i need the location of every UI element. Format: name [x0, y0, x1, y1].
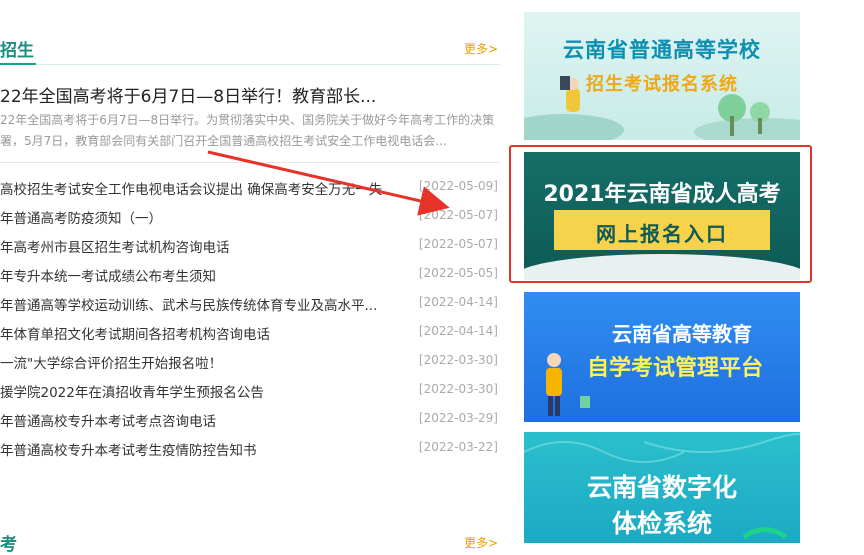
- news-date: [2022-05-09]: [418, 179, 498, 193]
- news-date: [2022-05-05]: [418, 266, 498, 280]
- list-item[interactable]: 年体育单招文化考试期间各招考机构咨询电话 [2022-04-14]: [0, 321, 500, 350]
- news-date: [2022-03-22]: [418, 440, 498, 454]
- news-title[interactable]: 年普通高考防疫须知（一）: [0, 207, 392, 227]
- news-title[interactable]: 年专升本统一考试成绩公布考生须知: [0, 265, 392, 285]
- section-header: 招生 更多>: [0, 30, 500, 65]
- list-item[interactable]: 年专升本统一考试成绩公布考生须知 [2022-05-05]: [0, 263, 500, 292]
- highlight-box: [509, 145, 812, 283]
- news-date: [2022-04-14]: [418, 324, 498, 338]
- news-date: [2022-04-14]: [418, 295, 498, 309]
- list-item[interactable]: 高校招生考试安全工作电视电话会议提出 确保高考安全万无一失 [2022-05-09…: [0, 176, 500, 205]
- news-title[interactable]: 年高考州市县区招生考试机构咨询电话: [0, 236, 392, 256]
- news-date: [2022-03-30]: [418, 353, 498, 367]
- banner-title: 云南省普通高等学校: [563, 38, 761, 62]
- banner-subtitle: 自学考试管理平台: [586, 356, 763, 381]
- banner-subtitle: 招生考试报名系统: [586, 74, 738, 95]
- news-title[interactable]: 一流"大学综合评价招生开始报名啦！: [0, 352, 392, 372]
- banner-title: 云南省数字化: [586, 473, 737, 502]
- list-item[interactable]: 年普通高考防疫须知（一） [2022-05-07]: [0, 205, 500, 234]
- list-item[interactable]: 援学院2022年在滇招收青年学生预报名公告 [2022-03-30]: [0, 379, 500, 408]
- banner-digital-medical-exam[interactable]: 云南省数字化 体检系统: [524, 432, 800, 543]
- news-date: [2022-03-29]: [418, 411, 498, 425]
- news-title[interactable]: 年普通高校专升本考试考点咨询电话: [0, 410, 392, 430]
- banner-admission-registration[interactable]: 云南省普通高等学校 招生考试报名系统: [524, 12, 800, 140]
- news-column: 招生 更多> 22年全国高考将于6月7日—8日举行！教育部长... 22年全国高…: [0, 0, 500, 555]
- list-item[interactable]: 年普通高等学校运动训练、武术与民族传统体育专业及高水平... [2022-04-1…: [0, 292, 500, 321]
- news-title[interactable]: 年体育单招文化考试期间各招考机构咨询电话: [0, 323, 392, 343]
- divider: [0, 162, 500, 163]
- banner-subtitle: 体检系统: [611, 509, 712, 538]
- more-link[interactable]: 更多>: [464, 40, 498, 57]
- news-date: [2022-05-07]: [418, 237, 498, 251]
- headline-summary: 22年全国高考将于6月7日—8日举行。为贯彻落实中央、国务院关于做好今年高考工作…: [0, 113, 495, 148]
- banner-self-study-platform[interactable]: 云南省高等教育 自学考试管理平台: [524, 292, 800, 422]
- news-title[interactable]: 援学院2022年在滇招收青年学生预报名公告: [0, 381, 392, 401]
- banner-title: 云南省高等教育: [612, 322, 752, 346]
- news-date: [2022-05-07]: [418, 208, 498, 222]
- list-item[interactable]: 一流"大学综合评价招生开始报名啦！ [2022-03-30]: [0, 350, 500, 379]
- news-title[interactable]: 年普通高校专升本考试考生疫情防控告知书: [0, 439, 392, 459]
- section-title-underline: [0, 63, 36, 65]
- news-title[interactable]: 高校招生考试安全工作电视电话会议提出 确保高考安全万无一失: [0, 178, 392, 198]
- headline-title[interactable]: 22年全国高考将于6月7日—8日举行！教育部长...: [0, 82, 376, 107]
- list-item[interactable]: 年普通高校专升本考试考生疫情防控告知书 [2022-03-22]: [0, 437, 500, 466]
- news-list: 高校招生考试安全工作电视电话会议提出 确保高考安全万无一失 [2022-05-09…: [0, 176, 500, 466]
- news-title[interactable]: 年普通高等学校运动训练、武术与民族传统体育专业及高水平...: [0, 294, 392, 314]
- section-title: 招生: [0, 41, 34, 61]
- list-item[interactable]: 年高考州市县区招生考试机构咨询电话 [2022-05-07]: [0, 234, 500, 263]
- list-item[interactable]: 年普通高校专升本考试考点咨询电话 [2022-03-29]: [0, 408, 500, 437]
- news-date: [2022-03-30]: [418, 382, 498, 396]
